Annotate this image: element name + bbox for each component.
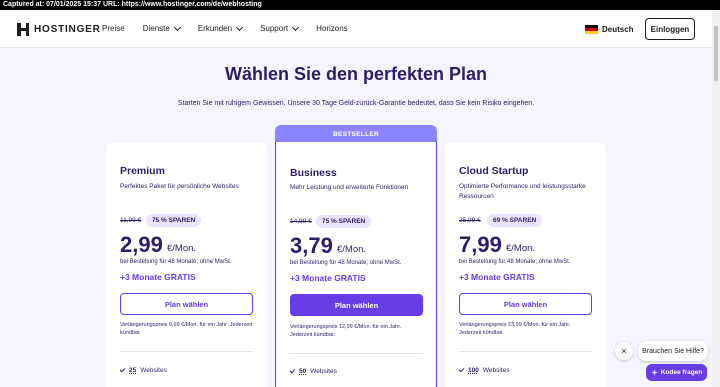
nav-item-dienste[interactable]: Dienste (142, 23, 181, 33)
price-period: €/Mon. (167, 243, 197, 254)
ask-kodee-button[interactable]: Kodee fragen (646, 364, 707, 381)
plan-name: Business (290, 167, 337, 179)
renewal-note: Verlängerungspreis 12,99 €/Mon. für ein … (290, 324, 402, 338)
hostinger-logo[interactable]: HOSTINGER (17, 23, 101, 36)
nav-label: Horizons (316, 24, 348, 33)
feature-count[interactable]: 100 (468, 367, 479, 374)
choose-plan-premium-button[interactable]: Plan wählen (120, 293, 253, 315)
check-icon (119, 366, 126, 373)
nav-label: Preise (102, 24, 125, 33)
plan-card-cloud-startup: Cloud Startup Optimierte Performance und… (445, 143, 606, 387)
nav-label: Dienste (142, 24, 170, 33)
old-price: 11,99 € (120, 217, 142, 224)
feature-websites: 25 Websites (119, 366, 167, 374)
chevron-down-icon (236, 23, 244, 31)
plan-description: Mehr Leistung und erweiterte Funktionen (290, 184, 409, 191)
renewal-note: Verlängerungspreis 23,99 €/Mon. für ein … (459, 322, 571, 336)
page-title: Wählen Sie den perfekten Plan (224, 64, 488, 84)
language-label: Deutsch (602, 25, 634, 34)
bonus-months: +3 Monate GRATIS (290, 273, 366, 283)
price-period: €/Mon. (337, 244, 367, 255)
price-period: €/Mon. (506, 243, 536, 254)
old-price: 25,99 € (459, 217, 481, 224)
plan-description: Optimierte Performance und leistungsstar… (459, 183, 586, 200)
nav-item-support[interactable]: Support (260, 23, 300, 33)
plan-price: 3,79 (290, 233, 333, 258)
top-navbar: HOSTINGER Preise Dienste Erkunden Suppor… (0, 10, 712, 48)
feature-label: Websites (482, 367, 510, 374)
bonus-months: +3 Monate GRATIS (120, 272, 196, 282)
capture-info-bar: Captured at: 07/01/2025 15:37 URL: https… (0, 0, 720, 10)
check-icon (289, 367, 296, 374)
discount-badge: 69 % SPAREN (487, 214, 543, 227)
login-button[interactable]: Einloggen (645, 18, 695, 40)
old-price: 14,99 € (290, 218, 312, 225)
plan-price: 7,99 (459, 232, 502, 257)
german-flag-icon (585, 25, 598, 34)
chevron-down-icon (173, 23, 181, 31)
feature-label: Websites (310, 368, 337, 375)
close-icon[interactable]: × (615, 342, 633, 360)
logo-text: HOSTINGER (34, 24, 101, 35)
nav-item-horizons[interactable]: Horizons (316, 24, 348, 33)
scrollbar-thumb[interactable] (714, 26, 718, 81)
discount-badge: 75 % SPAREN (146, 214, 202, 227)
plan-card-business: Business Mehr Leistung und erweiterte Fu… (275, 142, 437, 387)
billing-note: bei Bestellung für 48 Monate; ohne MwSt. (459, 259, 571, 265)
kodee-label: Kodee fragen (660, 369, 703, 376)
billing-note: bei Bestellung für 48 Monate; ohne MwSt. (120, 259, 232, 265)
language-selector[interactable]: Deutsch (585, 25, 634, 34)
plan-name: Premium (120, 165, 165, 177)
feature-label: Websites (140, 367, 167, 374)
check-icon (458, 366, 465, 373)
feature-count[interactable]: 25 (129, 367, 136, 374)
divider (459, 351, 592, 352)
nav-label: Support (260, 24, 289, 33)
nav-label: Erkunden (197, 24, 233, 33)
choose-plan-business-button[interactable]: Plan wählen (290, 294, 423, 316)
plan-description: Perfektes Paket für persönliche Websites (120, 183, 239, 190)
divider (290, 353, 423, 354)
sparkle-icon (650, 369, 658, 376)
nav-item-preise[interactable]: Preise (102, 24, 125, 33)
feature-websites: 100 Websites (458, 366, 510, 374)
renewal-note: Verlängerungspreis 9,99 €/Mon. für ein J… (120, 322, 253, 336)
plan-name: Cloud Startup (459, 165, 529, 177)
divider (120, 351, 253, 352)
billing-note: bei Bestellung für 48 Monate; ohne MwSt. (290, 260, 402, 266)
plan-card-premium: Premium Perfektes Paket für persönliche … (106, 143, 267, 387)
feature-websites: 50 Websites (289, 367, 337, 375)
bonus-months: +3 Monate GRATIS (459, 272, 535, 282)
choose-plan-cloud-button[interactable]: Plan wählen (459, 293, 592, 315)
chevron-down-icon (292, 23, 300, 31)
page-scrollbar[interactable] (712, 10, 720, 387)
plan-price: 2,99 (120, 232, 163, 257)
discount-badge: 75 % SPAREN (316, 215, 372, 228)
hostinger-logo-icon (17, 23, 29, 36)
help-bubble[interactable]: Brauchen Sie Hilfe? (638, 341, 708, 361)
page-subtitle: Starten Sie mit ruhigem Gewissen. Unsere… (177, 100, 535, 107)
main-nav: Preise Dienste Erkunden Support Horizons (102, 23, 366, 33)
feature-count[interactable]: 50 (299, 368, 306, 375)
nav-item-erkunden[interactable]: Erkunden (197, 23, 244, 33)
bestseller-ribbon: BESTSELLER (275, 125, 437, 143)
